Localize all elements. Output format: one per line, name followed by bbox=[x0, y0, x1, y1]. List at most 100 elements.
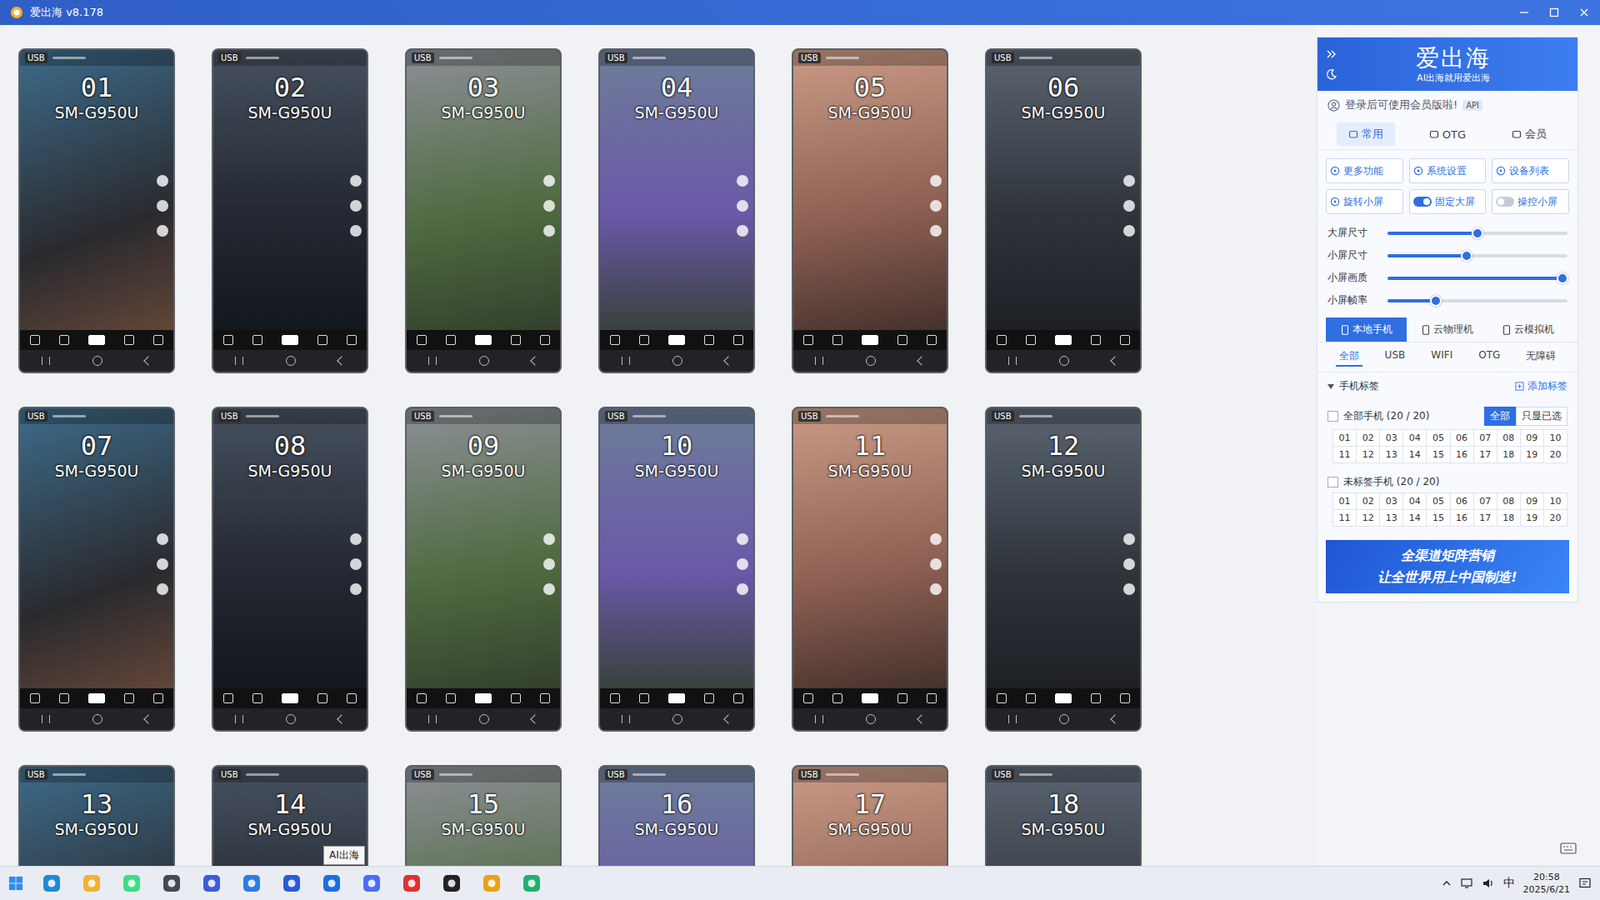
recents-icon[interactable] bbox=[1008, 356, 1017, 365]
screen-mirror[interactable]: USB13SM-G950U bbox=[20, 766, 174, 866]
taskbar-app-icon[interactable] bbox=[361, 873, 382, 894]
phone-chip[interactable]: 19 bbox=[1520, 510, 1545, 527]
phone-chip[interactable]: 08 bbox=[1497, 493, 1521, 510]
collapse-icon[interactable] bbox=[1325, 48, 1338, 60]
recents-icon[interactable] bbox=[815, 715, 824, 724]
group-checkbox[interactable] bbox=[1327, 476, 1339, 488]
filter-tab[interactable]: WIFI bbox=[1427, 347, 1456, 367]
taskbar-app-icon[interactable] bbox=[281, 873, 302, 894]
device-tile[interactable]: USB17SM-G950U bbox=[791, 765, 949, 866]
phone-chip[interactable]: 09 bbox=[1520, 493, 1545, 510]
phone-chip[interactable]: 17 bbox=[1474, 446, 1498, 464]
device-tile[interactable]: USB16SM-G950U bbox=[598, 765, 755, 866]
phone-chip[interactable]: 11 bbox=[1333, 510, 1357, 527]
home-button-icon[interactable] bbox=[1059, 714, 1070, 725]
recents-icon[interactable] bbox=[815, 356, 824, 365]
phone-chip[interactable]: 16 bbox=[1450, 446, 1475, 464]
back-icon[interactable] bbox=[724, 355, 734, 365]
phone-chip[interactable]: 05 bbox=[1426, 430, 1450, 447]
taskbar-app-icon[interactable] bbox=[41, 873, 62, 894]
screen-mirror[interactable]: USB10SM-G950U bbox=[600, 408, 754, 709]
api-badge[interactable]: API bbox=[1462, 100, 1483, 111]
back-icon[interactable] bbox=[144, 714, 154, 724]
moon-icon[interactable] bbox=[1325, 68, 1338, 80]
taskbar-app-icon[interactable] bbox=[321, 873, 342, 894]
device-tile[interactable]: USB01SM-G950U bbox=[18, 48, 175, 374]
group-checkbox[interactable] bbox=[1327, 410, 1339, 422]
back-icon[interactable] bbox=[917, 355, 927, 365]
screen-mirror[interactable]: USB15SM-G950U bbox=[406, 766, 560, 866]
minimize-icon[interactable] bbox=[1518, 6, 1530, 19]
phone-chip[interactable]: 17 bbox=[1474, 510, 1498, 527]
home-button-icon[interactable] bbox=[865, 714, 876, 725]
back-icon[interactable] bbox=[1110, 714, 1120, 724]
slider-thumb[interactable] bbox=[1430, 295, 1442, 307]
screen-mirror[interactable]: USB03SM-G950U bbox=[406, 50, 560, 350]
device-tile[interactable]: USB05SM-G950U bbox=[791, 48, 949, 374]
phone-chip[interactable]: 07 bbox=[1474, 430, 1498, 447]
slider-thumb[interactable] bbox=[1556, 272, 1569, 285]
tray-expand-icon[interactable] bbox=[1441, 878, 1452, 889]
clock[interactable]: 20:582025/6/21 bbox=[1523, 870, 1570, 896]
phone-chip[interactable]: 12 bbox=[1356, 446, 1380, 464]
filter-tab[interactable]: USB bbox=[1381, 347, 1410, 367]
screen-mirror[interactable]: USB04SM-G950U bbox=[600, 50, 754, 350]
action-button[interactable]: 设备列表 bbox=[1491, 158, 1570, 184]
phone-chip[interactable]: 14 bbox=[1403, 510, 1427, 527]
device-tile[interactable]: USB13SM-G950U bbox=[18, 765, 175, 866]
phone-chip[interactable]: 14 bbox=[1403, 446, 1427, 464]
device-tile[interactable]: USB07SM-G950U bbox=[18, 406, 175, 732]
recents-icon[interactable] bbox=[621, 715, 630, 724]
phone-chip[interactable]: 13 bbox=[1380, 446, 1404, 464]
keyboard-icon[interactable] bbox=[1560, 842, 1577, 855]
home-button-icon[interactable] bbox=[1059, 355, 1070, 366]
phone-chip[interactable]: 10 bbox=[1544, 493, 1568, 510]
back-icon[interactable] bbox=[1110, 355, 1120, 365]
recents-icon[interactable] bbox=[41, 356, 50, 365]
phone-chip[interactable]: 01 bbox=[1333, 493, 1357, 510]
back-icon[interactable] bbox=[530, 714, 540, 724]
phone-chip[interactable]: 20 bbox=[1544, 510, 1568, 527]
toggle-switch[interactable] bbox=[1413, 196, 1432, 207]
phone-chip[interactable]: 06 bbox=[1450, 430, 1475, 447]
filter-tab[interactable]: 无障碍 bbox=[1522, 347, 1560, 367]
slider-thumb[interactable] bbox=[1471, 227, 1484, 240]
screen-mirror[interactable]: USB05SM-G950U bbox=[793, 50, 947, 350]
phone-chip[interactable]: 02 bbox=[1356, 430, 1380, 447]
phone-chip[interactable]: 20 bbox=[1544, 446, 1568, 464]
screen-mirror[interactable]: USB17SM-G950U bbox=[793, 766, 947, 866]
screen-mirror[interactable]: USB08SM-G950U bbox=[213, 408, 367, 709]
home-button-icon[interactable] bbox=[672, 714, 683, 725]
phone-chip[interactable]: 01 bbox=[1333, 430, 1357, 447]
phone-chip[interactable]: 03 bbox=[1380, 430, 1404, 447]
slider-track[interactable] bbox=[1387, 231, 1568, 235]
home-button-icon[interactable] bbox=[92, 714, 103, 725]
screen-mirror[interactable]: USB12SM-G950U bbox=[986, 408, 1140, 709]
screen-mirror[interactable]: USB06SM-G950U bbox=[986, 50, 1140, 350]
taskbar-app-icon[interactable] bbox=[121, 873, 142, 894]
phone-chip[interactable]: 04 bbox=[1403, 430, 1427, 447]
phone-chip[interactable]: 06 bbox=[1450, 493, 1475, 510]
input-method[interactable]: 中 bbox=[1503, 875, 1515, 891]
recents-icon[interactable] bbox=[621, 356, 630, 365]
add-tag-button[interactable]: 添加标签 bbox=[1515, 379, 1568, 394]
phone-chip[interactable]: 03 bbox=[1380, 493, 1404, 510]
back-icon[interactable] bbox=[337, 714, 347, 724]
filter-tab[interactable]: 全部 bbox=[1335, 347, 1363, 367]
screen-mirror[interactable]: USB11SM-G950U bbox=[793, 408, 947, 709]
device-tile[interactable]: USB04SM-G950U bbox=[598, 48, 755, 374]
device-tile[interactable]: USB02SM-G950U bbox=[211, 48, 369, 374]
taskbar-app-icon[interactable] bbox=[161, 873, 182, 894]
screen-mirror[interactable]: USB07SM-G950U bbox=[20, 408, 174, 709]
home-button-icon[interactable] bbox=[865, 355, 876, 366]
panel-tab[interactable]: 会员 bbox=[1500, 122, 1559, 146]
home-button-icon[interactable] bbox=[285, 714, 296, 725]
phone-chip[interactable]: 11 bbox=[1333, 446, 1357, 464]
screen-mirror[interactable]: USB18SM-G950U bbox=[986, 766, 1140, 866]
group-filter[interactable]: 只显已选 bbox=[1515, 406, 1568, 426]
slider-thumb[interactable] bbox=[1460, 250, 1473, 262]
slider-track[interactable] bbox=[1387, 299, 1568, 303]
volume-icon[interactable] bbox=[1481, 877, 1495, 890]
phone-chip[interactable]: 04 bbox=[1403, 493, 1427, 510]
phone-chip[interactable]: 19 bbox=[1520, 446, 1545, 464]
